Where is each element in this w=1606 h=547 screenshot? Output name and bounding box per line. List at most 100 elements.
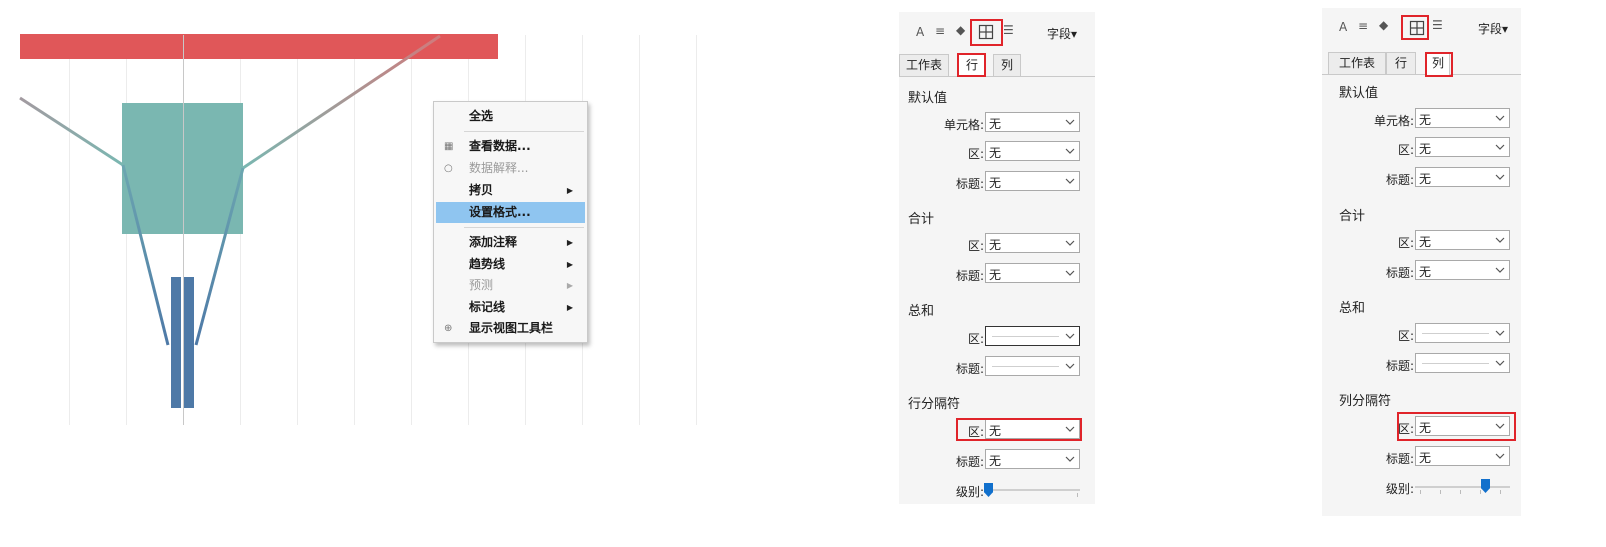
subtotal-pane-dropdown[interactable]: 无 xyxy=(1415,230,1510,250)
chevron-down-icon xyxy=(1065,270,1075,276)
label-cell: 单元格: xyxy=(1373,114,1414,128)
lines-icon[interactable]: ☰ xyxy=(1432,18,1443,32)
chevron-down-icon xyxy=(1495,115,1505,121)
label-header: 标题: xyxy=(1385,266,1414,280)
lightbulb-icon: ○ xyxy=(444,163,453,174)
tab-columns[interactable]: 列 xyxy=(993,54,1021,76)
section-default: 默认值 xyxy=(1339,86,1379,101)
line-style-preview xyxy=(992,366,1059,367)
menu-item-copy[interactable]: 拷贝 ▶ xyxy=(436,180,585,201)
label-header: 标题: xyxy=(1385,359,1414,373)
chevron-down-icon xyxy=(1495,237,1505,243)
label-pane: 区: xyxy=(1397,329,1414,343)
submenu-arrow-icon: ▶ xyxy=(566,303,573,312)
section-row-divider: 行分隔符 xyxy=(908,397,961,412)
header-border-dropdown[interactable]: 无 xyxy=(1415,167,1510,187)
grand-total-header-dropdown[interactable] xyxy=(985,356,1080,376)
section-grand-total: 总和 xyxy=(908,304,935,319)
pane-border-dropdown[interactable]: 无 xyxy=(985,141,1080,161)
align-icon[interactable]: ≡ xyxy=(935,24,945,38)
chevron-down-icon xyxy=(1065,148,1075,154)
grand-total-header-dropdown[interactable] xyxy=(1415,353,1510,373)
menu-separator xyxy=(464,227,584,228)
slider-tick xyxy=(1500,490,1501,494)
tab-strip: 工作表 行 列 xyxy=(899,54,1095,77)
label-header: 标题: xyxy=(1385,173,1414,187)
label-header: 标题: xyxy=(955,362,984,376)
subtotal-header-dropdown[interactable]: 无 xyxy=(1415,260,1510,280)
level-slider-thumb[interactable] xyxy=(984,483,993,497)
section-subtotal: 合计 xyxy=(908,212,935,227)
label-pane: 区: xyxy=(967,147,984,161)
menu-item-show-view-toolbar[interactable]: ⊕ 显示视图工具栏 xyxy=(436,318,585,339)
label-level: 级别: xyxy=(955,485,984,499)
chevron-down-icon xyxy=(1495,174,1505,180)
fields-dropdown[interactable]: 字段▾ xyxy=(1047,25,1077,42)
level-slider-track[interactable] xyxy=(1415,486,1510,488)
font-icon[interactable]: A xyxy=(916,25,924,39)
submenu-arrow-icon: ▶ xyxy=(566,281,573,290)
slider-tick xyxy=(1077,493,1078,497)
context-menu: 全选 ▦ 查看数据... ○ 数据解释... 拷贝 ▶ 设置格式... 添加注释… xyxy=(433,101,588,343)
viz-canvas[interactable] xyxy=(0,0,720,430)
header-border-dropdown[interactable]: 无 xyxy=(985,171,1080,191)
highlight-columns-tab xyxy=(1425,52,1453,77)
row-divider-header-dropdown[interactable]: 无 xyxy=(985,449,1080,469)
font-icon[interactable]: A xyxy=(1339,20,1347,34)
submenu-arrow-icon: ▶ xyxy=(566,260,573,269)
subtotal-header-dropdown[interactable]: 无 xyxy=(985,263,1080,283)
menu-item-forecast[interactable]: 预测 ▶ xyxy=(436,275,585,296)
gradient-lines xyxy=(19,34,441,346)
cell-border-dropdown[interactable]: 无 xyxy=(985,112,1080,132)
tab-rows[interactable]: 行 xyxy=(1386,52,1416,74)
menu-item-reference-line[interactable]: 标记线 ▶ xyxy=(436,297,585,318)
line-style-preview xyxy=(1422,363,1489,364)
label-level: 级别: xyxy=(1385,482,1414,496)
fields-dropdown[interactable]: 字段▾ xyxy=(1478,20,1508,37)
chevron-down-icon xyxy=(1495,267,1505,273)
menu-item-explain-data[interactable]: ○ 数据解释... xyxy=(436,158,585,179)
chevron-down-icon xyxy=(1065,119,1075,125)
lines-icon[interactable]: ☰ xyxy=(1003,23,1014,37)
submenu-arrow-icon: ▶ xyxy=(566,238,573,247)
grand-total-pane-dropdown[interactable] xyxy=(1415,323,1510,343)
align-icon[interactable]: ≡ xyxy=(1358,19,1368,33)
cell-border-dropdown[interactable]: 无 xyxy=(1415,108,1510,128)
slider-tick xyxy=(1440,490,1441,494)
menu-item-view-data[interactable]: ▦ 查看数据... xyxy=(436,136,585,157)
level-slider-thumb[interactable] xyxy=(1481,479,1490,493)
label-header: 标题: xyxy=(1385,452,1414,466)
format-borders-panel-rows: A ≡ ◆ ☰ 字段▾ 工作表 行 列 默认值 单元格: 无 区: 无 标题: … xyxy=(899,12,1095,504)
menu-item-select-all[interactable]: 全选 xyxy=(436,106,585,127)
chevron-down-icon xyxy=(1495,144,1505,150)
chevron-down-icon xyxy=(1065,178,1075,184)
level-slider-track[interactable] xyxy=(985,489,1080,491)
label-header: 标题: xyxy=(955,269,984,283)
menu-item-format[interactable]: 设置格式... xyxy=(436,202,585,223)
tab-sheet[interactable]: 工作表 xyxy=(1328,52,1386,74)
slider-tick xyxy=(1480,490,1481,494)
label-pane: 区: xyxy=(1397,236,1414,250)
column-divider-header-dropdown[interactable]: 无 xyxy=(1415,446,1510,466)
highlight-column-divider-pane xyxy=(1397,412,1516,441)
subtotal-pane-dropdown[interactable]: 无 xyxy=(985,233,1080,253)
label-pane: 区: xyxy=(967,332,984,346)
section-column-divider: 列分隔符 xyxy=(1339,394,1392,409)
section-default: 默认值 xyxy=(908,91,948,106)
highlight-row-divider-pane xyxy=(956,418,1082,441)
chevron-down-icon xyxy=(1065,240,1075,246)
tab-sheet[interactable]: 工作表 xyxy=(899,54,949,76)
slider-tick xyxy=(1460,490,1461,494)
label-pane: 区: xyxy=(1397,143,1414,157)
shading-icon[interactable]: ◆ xyxy=(956,23,965,37)
submenu-arrow-icon: ▶ xyxy=(566,186,573,195)
shading-icon[interactable]: ◆ xyxy=(1379,18,1388,32)
section-grand-total: 总和 xyxy=(1339,301,1366,316)
zoom-icon: ⊕ xyxy=(444,323,453,334)
label-header: 标题: xyxy=(955,177,984,191)
pane-border-dropdown[interactable]: 无 xyxy=(1415,137,1510,157)
menu-item-annotate[interactable]: 添加注释 ▶ xyxy=(436,232,585,253)
menu-item-trend-line[interactable]: 趋势线 ▶ xyxy=(436,254,585,275)
label-header: 标题: xyxy=(955,455,984,469)
grand-total-pane-dropdown[interactable] xyxy=(985,326,1080,346)
